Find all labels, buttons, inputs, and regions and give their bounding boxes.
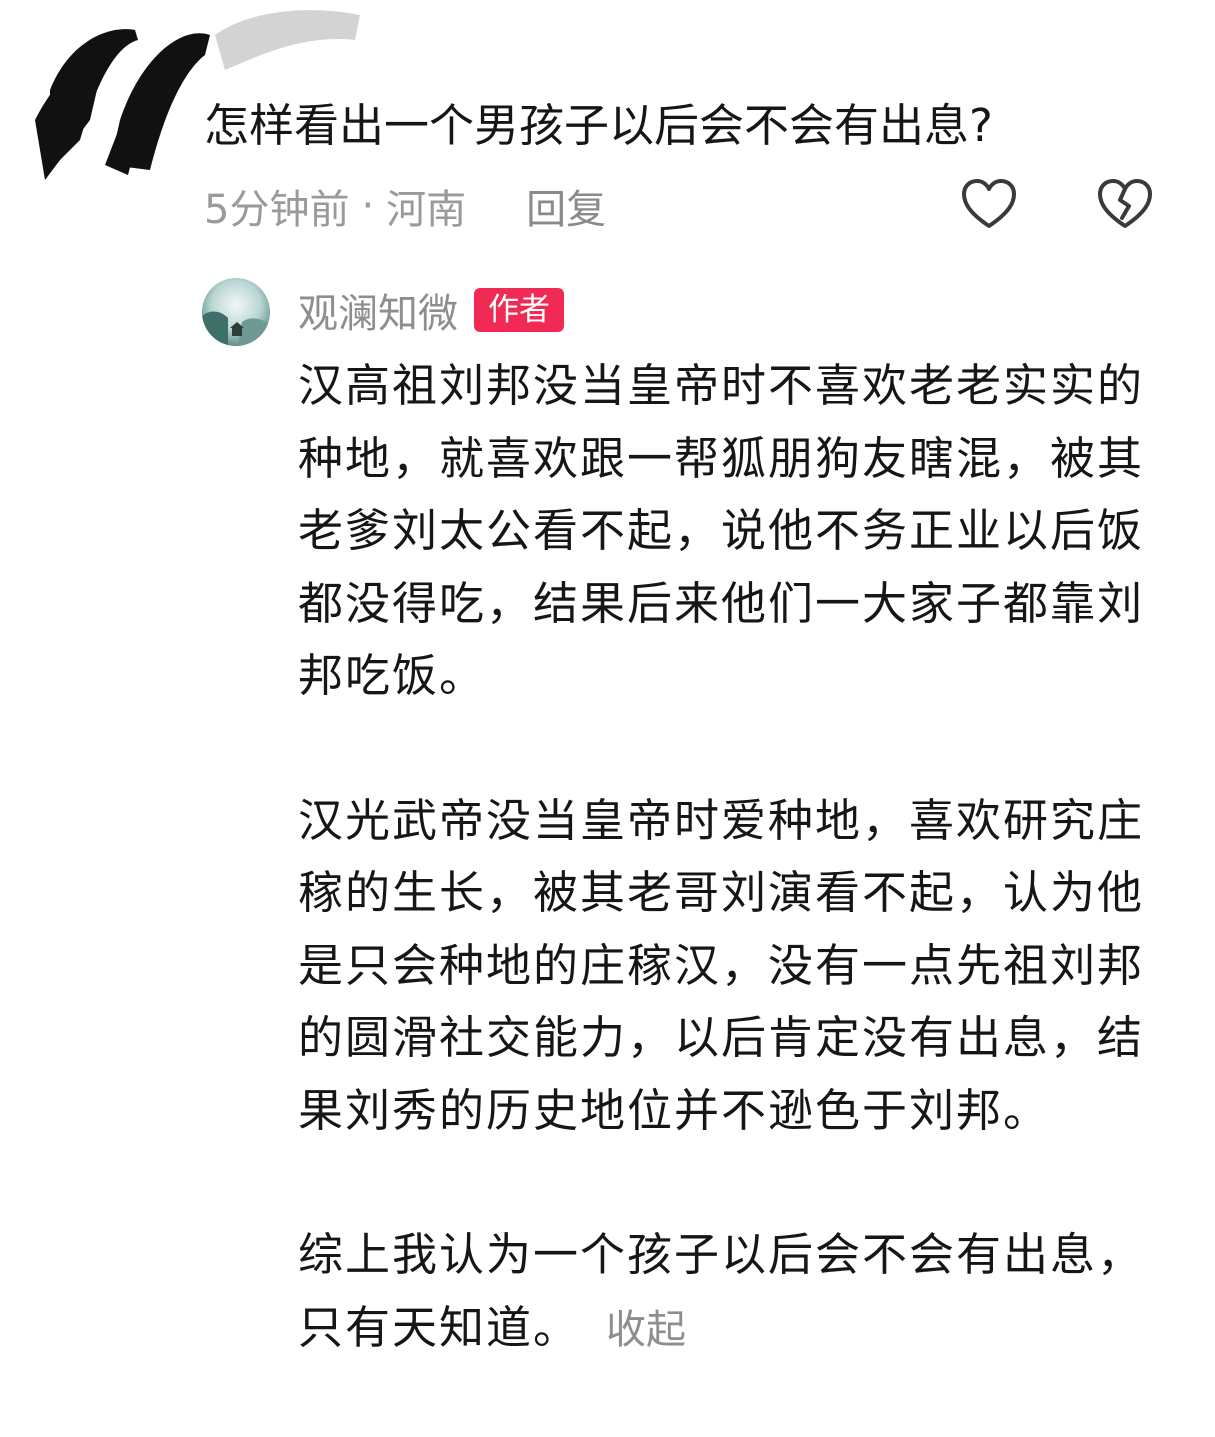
author-avatar[interactable] — [202, 278, 270, 346]
reply-button[interactable]: 回复 — [526, 177, 606, 235]
reply-paragraph-text: 综上我认为一个孩子以后会不会有出息，只有天知道。 — [298, 1228, 1145, 1354]
author-badge: 作者 — [474, 288, 564, 332]
author-row: 观澜知微 作者 — [298, 281, 564, 339]
broken-heart-icon[interactable] — [1096, 178, 1154, 232]
question-meta: 5分钟前 · 河南 回复 — [204, 178, 606, 234]
landscape-avatar-icon — [202, 278, 270, 346]
author-name[interactable]: 观澜知微 — [298, 281, 458, 339]
question-text: 怎样看出一个男孩子以后会不会有出息? — [204, 99, 993, 152]
reply-paragraph: 汉光武帝没当皇帝时爱种地，喜欢研究庄稼的生长，被其老哥刘演看不起，认为他是只会种… — [298, 793, 1145, 1137]
reply-paragraph-last: 综上我认为一个孩子以后会不会有出息，只有天知道。 收起 — [298, 1219, 1160, 1366]
reply-paragraph: 汉高祖刘邦没当皇帝时不喜欢老老实实的种地，就喜欢跟一帮狐朋狗友瞎混，被其老爹刘太… — [298, 359, 1145, 702]
heart-outline-icon[interactable] — [960, 178, 1018, 232]
meta-separator: · — [361, 183, 375, 229]
collapse-button[interactable]: 收起 — [606, 1307, 686, 1353]
post-time: 5分钟前 — [204, 187, 350, 233]
redacted-username-scribble — [35, 10, 360, 180]
post-location: 河南 — [386, 187, 467, 233]
reply-body: 汉高祖刘邦没当皇帝时不喜欢老老实实的种地，就喜欢跟一帮狐朋狗友瞎混，被其老爹刘太… — [298, 350, 1160, 1366]
